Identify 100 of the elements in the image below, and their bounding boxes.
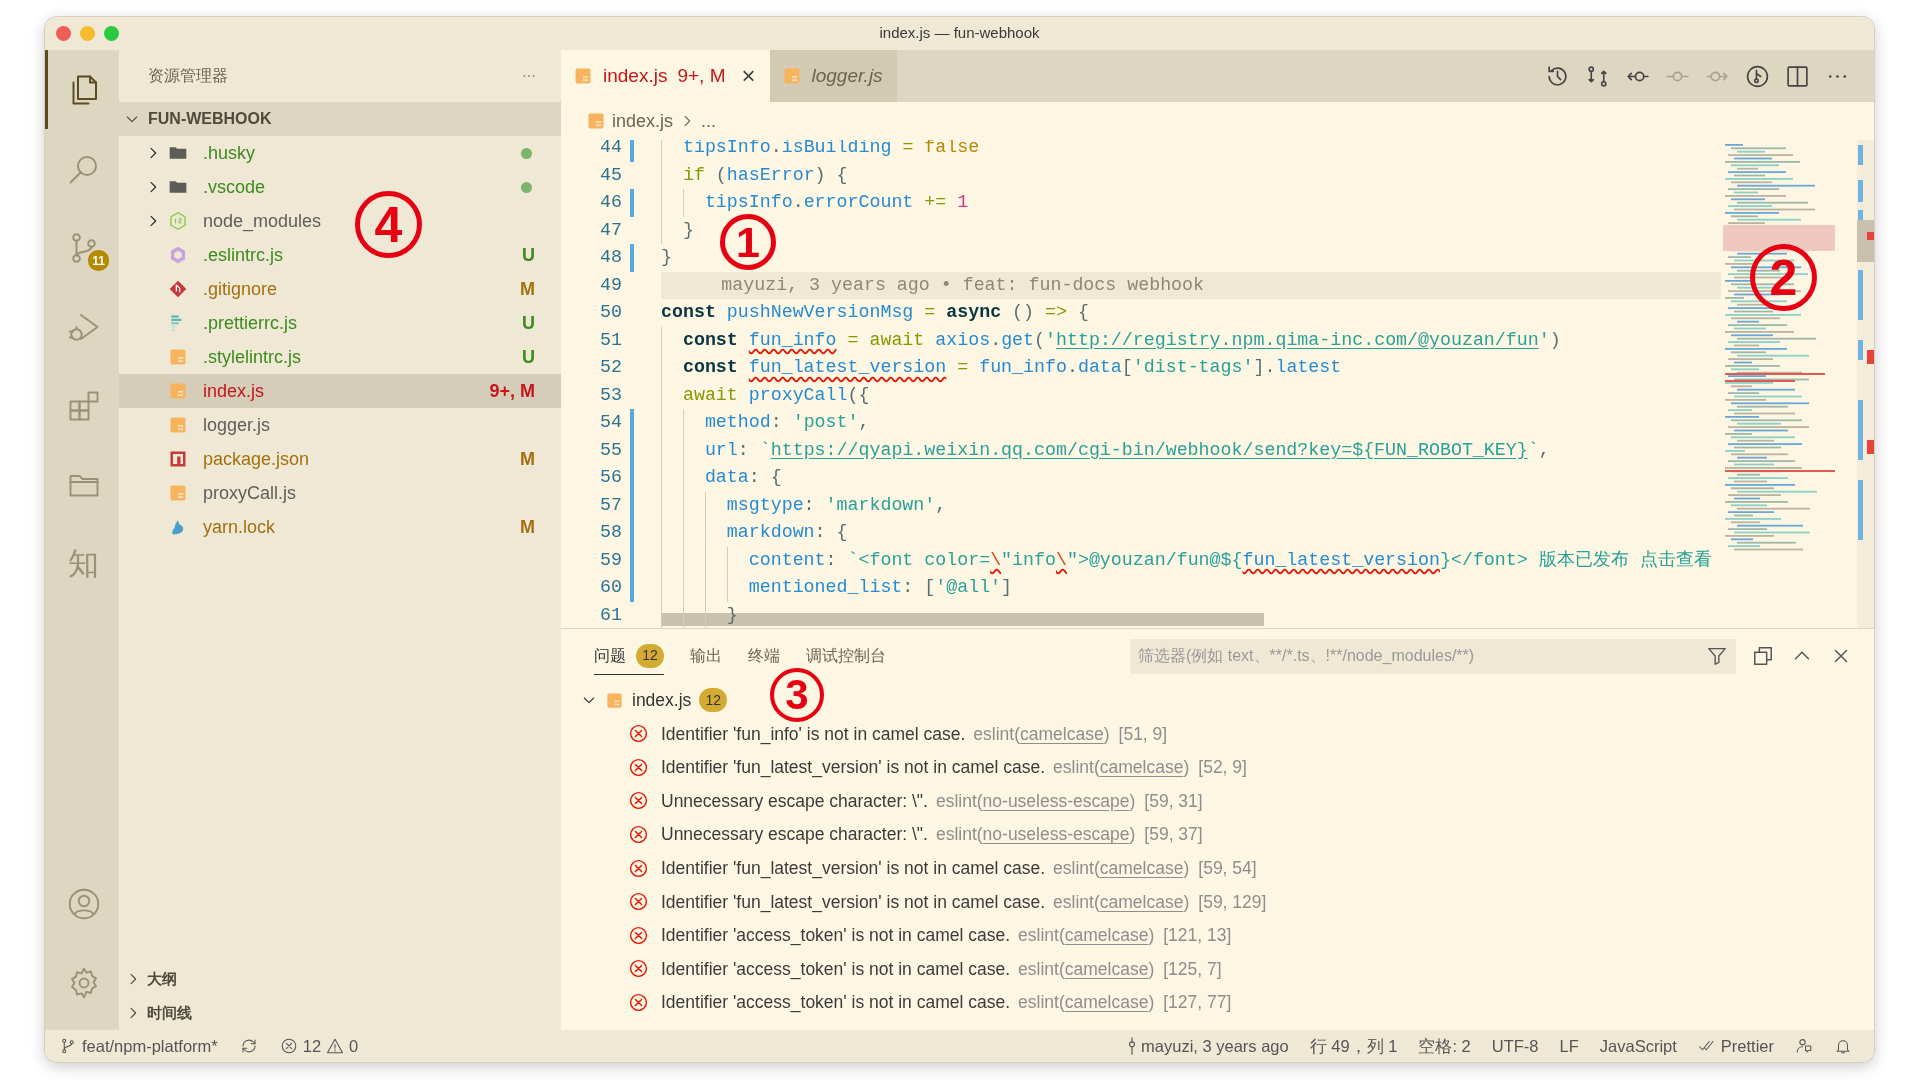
file-name[interactable]: index.js — [203, 377, 265, 405]
breadcrumb-item[interactable]: ... — [701, 107, 717, 135]
line-number: 44 — [599, 140, 622, 159]
line-number: 57 — [599, 493, 622, 517]
problem-source: eslint(no-useless-escape) — [935, 789, 1136, 813]
file-type-icon — [168, 381, 188, 401]
folder-header[interactable]: FUN-WEBHOOK — [119, 102, 561, 136]
commit-icon — [1128, 1037, 1137, 1055]
zoom-button[interactable] — [104, 26, 119, 41]
rule-link[interactable]: camelcase — [1099, 757, 1184, 778]
file-name[interactable]: node_modules — [203, 207, 322, 235]
line-number: 59 — [599, 548, 622, 572]
panel-tab[interactable]: 问题 12 — [594, 643, 664, 675]
problem-message[interactable]: Unnecessary escape character: \". — [661, 787, 928, 815]
rule-link[interactable]: camelcase — [1099, 858, 1184, 879]
file-name[interactable]: proxyCall.js — [203, 479, 297, 507]
git-status: U — [522, 311, 535, 335]
line-number: 52 — [599, 356, 622, 379]
problem-message[interactable]: Identifier 'fun_info' is not in camel case. — [661, 720, 966, 747]
problem-message[interactable]: Identifier 'access_token' is not in camel case. — [661, 989, 1011, 1016]
file-name[interactable]: .husky — [203, 139, 256, 167]
count-badge: 12 — [699, 688, 728, 712]
problem-source: eslint(camelcase) — [1053, 857, 1190, 881]
diamond-icon — [168, 279, 188, 299]
rule-link[interactable]: no-useless-escape — [982, 824, 1130, 845]
split-editor-icon[interactable] — [1785, 63, 1810, 89]
rule-link[interactable]: camelcase — [1099, 891, 1184, 912]
breadcrumb-item[interactable]: index.js — [612, 107, 674, 135]
file-name[interactable]: yarn.lock — [203, 513, 276, 541]
history-icon[interactable] — [1545, 63, 1570, 89]
cursor-position[interactable]: 行 49，列 1 — [1309, 1033, 1398, 1059]
editor-tab[interactable]: index.js 9+, M × — [561, 50, 770, 102]
problem-source: eslint(camelcase) — [1018, 957, 1155, 981]
file-name[interactable]: package.json — [203, 445, 310, 473]
problem-position: [52, 9] — [1198, 756, 1247, 780]
branch-name[interactable]: feat/npm-platform* — [82, 1033, 218, 1059]
problem-message[interactable]: Identifier 'fun_latest_version' is not in camel case. — [661, 855, 1046, 882]
section-title: 大纲 — [147, 968, 177, 989]
code-line: const fun_info = await axios.get('http://registry.npm.qima-inc.com/@youzan/fun') — [661, 326, 1561, 354]
error-icon — [628, 891, 649, 913]
editor-tab[interactable]: logger.js — [769, 50, 897, 102]
problem-source: eslint(no-useless-escape) — [935, 823, 1136, 847]
compare-icon[interactable] — [1585, 63, 1610, 89]
error-icon — [628, 992, 649, 1014]
error-count[interactable]: 12 — [302, 1033, 322, 1059]
file-name[interactable]: .vscode — [203, 173, 266, 201]
minimize-button[interactable] — [80, 26, 95, 41]
error-icon — [628, 958, 649, 980]
code-line: data: { — [661, 464, 782, 492]
formatter-status[interactable]: Prettier — [1720, 1033, 1774, 1059]
file-type-icon — [605, 690, 624, 710]
line-number: 56 — [599, 466, 622, 489]
step-number: 1 — [720, 214, 776, 270]
rule-link[interactable]: camelcase — [1020, 723, 1104, 744]
warning-count[interactable]: 0 — [349, 1033, 359, 1059]
line-ending-status[interactable]: LF — [1559, 1033, 1579, 1059]
encoding-status[interactable]: UTF-8 — [1491, 1033, 1539, 1059]
section-header[interactable]: 大纲 — [119, 962, 561, 996]
line-number: 55 — [599, 438, 622, 462]
code-link[interactable]: https://qyapi.weixin.qq.com/cgi-bin/webhook/send?key=${FUN_ROBOT_KEY} — [770, 439, 1528, 460]
code-line: } — [661, 246, 672, 269]
selected-row[interactable]: index.js 9+, M — [119, 374, 561, 408]
close-window-button[interactable] — [56, 26, 71, 41]
rule-link[interactable]: camelcase — [1064, 925, 1149, 946]
indent-status[interactable]: 空格: 2 — [1418, 1033, 1471, 1059]
file-name[interactable]: logger.js — [203, 411, 271, 439]
problem-message[interactable]: Identifier 'fun_latest_version' is not in camel case. — [661, 754, 1046, 781]
problem-position: [59, 129] — [1198, 890, 1267, 914]
line-number: 51 — [599, 328, 622, 352]
code-line: tipsInfo.errorCount += 1 — [661, 189, 969, 217]
problem-message[interactable]: Identifier 'fun_latest_version' is not in camel case. — [661, 888, 1046, 915]
rule-link[interactable]: camelcase — [1064, 958, 1149, 979]
error-icon — [628, 924, 649, 946]
problem-message[interactable]: Identifier 'access_token' is not in camel case. — [661, 922, 1011, 949]
file-type-icon — [168, 415, 188, 435]
graph-icon[interactable] — [1745, 63, 1770, 89]
code-link[interactable]: http://registry.npm.qima-inc.com/@youzan/fun — [1056, 329, 1539, 350]
section-header[interactable]: 时间线 — [119, 996, 561, 1030]
filter-field[interactable]: 筛选器(例如 text、**/*.ts、!**/node_modules/**) — [1130, 638, 1736, 674]
language-status[interactable]: JavaScript — [1599, 1033, 1677, 1059]
file-name[interactable]: .gitignore — [203, 275, 278, 303]
line-number: 58 — [599, 521, 622, 544]
problem-position: [59, 37] — [1144, 823, 1203, 847]
file-type-icon — [586, 111, 606, 131]
close-tab-button[interactable]: × — [741, 64, 756, 88]
branch-icon — [59, 1037, 77, 1055]
rule-link[interactable]: no-useless-escape — [982, 790, 1130, 811]
warning-icon — [326, 1037, 345, 1055]
blame-status[interactable]: mayuzi, 3 years ago — [1141, 1033, 1289, 1059]
file-name: index.js — [632, 688, 692, 712]
sync-icon — [239, 1037, 258, 1055]
file-name[interactable]: .stylelintrc.js — [203, 343, 301, 371]
problem-message[interactable]: Identifier 'access_token' is not in camel case. — [661, 955, 1011, 983]
collapse-all-icon[interactable] — [1752, 645, 1774, 667]
file-name[interactable]: .prettierrc.js — [203, 309, 298, 337]
rule-link[interactable]: camelcase — [1064, 992, 1149, 1013]
file-name[interactable]: .eslintrc.js — [203, 241, 283, 269]
problem-message[interactable]: Unnecessary escape character: \". — [661, 821, 928, 848]
git-status: M — [520, 447, 535, 471]
panel-tab[interactable]: 输出 — [690, 643, 722, 675]
